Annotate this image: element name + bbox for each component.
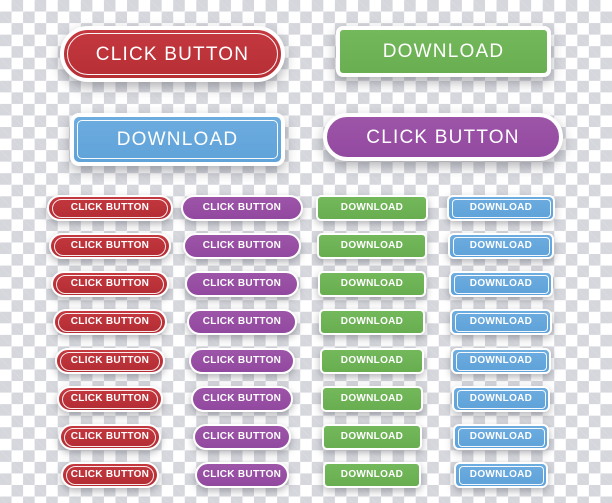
grid-button-green-row-1[interactable]: DOWNLOAD (316, 195, 428, 221)
button-inner-outline (452, 236, 550, 256)
button-inner-outline (451, 198, 551, 218)
button-inner-outline (453, 274, 549, 294)
grid-button-green-row-4[interactable]: DOWNLOAD (319, 309, 425, 335)
grid-button-purple-row-3[interactable]: CLICK BUTTON (185, 271, 299, 297)
grid-button-purple-row-5[interactable]: CLICK BUTTON (189, 348, 295, 374)
button-label: CLICK BUTTON (202, 355, 282, 366)
hero-click-button-red[interactable]: CLICK BUTTON (60, 26, 285, 82)
button-label: CLICK BUTTON (202, 393, 282, 404)
button-inner-outline (56, 274, 164, 294)
button-label: CLICK BUTTON (95, 43, 250, 65)
grid-button-blue-row-3[interactable]: DOWNLOAD (449, 271, 553, 297)
grid-button-red-row-6[interactable]: CLICK BUTTON (57, 386, 163, 412)
grid-button-blue-row-8[interactable]: DOWNLOAD (454, 462, 548, 488)
grid-button-purple-row-8[interactable]: CLICK BUTTON (195, 462, 289, 488)
button-set-canvas: CLICK BUTTON DOWNLOAD DOWNLOAD CLICK BUT… (0, 0, 612, 503)
grid-button-purple-row-1[interactable]: CLICK BUTTON (181, 195, 303, 221)
grid-button-red-row-8[interactable]: CLICK BUTTON (61, 462, 159, 488)
grid-button-red-row-3[interactable]: CLICK BUTTON (51, 271, 169, 297)
button-inner-outline (455, 351, 547, 371)
grid-button-green-row-7[interactable]: DOWNLOAD (322, 424, 422, 450)
grid-button-red-row-1[interactable]: CLICK BUTTON (47, 195, 173, 221)
button-inner-outline (66, 465, 154, 485)
button-label: DOWNLOAD (340, 278, 404, 289)
button-label: DOWNLOAD (340, 355, 404, 366)
button-label: DOWNLOAD (469, 355, 533, 366)
grid-button-green-row-5[interactable]: DOWNLOAD (320, 348, 424, 374)
button-label: DOWNLOAD (340, 469, 404, 480)
hero-download-button-green[interactable]: DOWNLOAD (336, 26, 551, 77)
button-label: CLICK BUTTON (70, 240, 150, 251)
button-label: DOWNLOAD (340, 316, 404, 327)
grid-button-blue-row-1[interactable]: DOWNLOAD (447, 195, 555, 221)
button-label: DOWNLOAD (469, 278, 533, 289)
button-inner-outline (456, 389, 546, 409)
button-label: DOWNLOAD (340, 240, 404, 251)
grid-button-green-row-3[interactable]: DOWNLOAD (318, 271, 426, 297)
button-label: DOWNLOAD (340, 393, 404, 404)
grid-button-red-row-7[interactable]: CLICK BUTTON (59, 424, 161, 450)
button-label: DOWNLOAD (116, 129, 239, 150)
grid-button-blue-row-7[interactable]: DOWNLOAD (453, 424, 549, 450)
button-label: CLICK BUTTON (202, 469, 282, 480)
button-label: CLICK BUTTON (202, 316, 282, 327)
button-inner-outline (62, 389, 158, 409)
grid-button-red-row-2[interactable]: CLICK BUTTON (49, 233, 171, 259)
grid-button-purple-row-6[interactable]: CLICK BUTTON (191, 386, 293, 412)
button-label: CLICK BUTTON (70, 202, 150, 213)
grid-button-green-row-8[interactable]: DOWNLOAD (323, 462, 421, 488)
grid-button-red-row-5[interactable]: CLICK BUTTON (55, 348, 165, 374)
button-label: DOWNLOAD (340, 202, 404, 213)
grid-button-blue-row-4[interactable]: DOWNLOAD (450, 309, 552, 335)
button-inner-outline (54, 236, 166, 256)
button-label: DOWNLOAD (382, 41, 505, 62)
grid-button-green-row-2[interactable]: DOWNLOAD (317, 233, 427, 259)
grid-button-blue-row-6[interactable]: DOWNLOAD (452, 386, 550, 412)
button-inner-outline (458, 465, 544, 485)
hero-click-button-purple[interactable]: CLICK BUTTON (323, 113, 563, 161)
button-label: DOWNLOAD (469, 202, 533, 213)
button-label: DOWNLOAD (340, 431, 404, 442)
button-label: CLICK BUTTON (70, 469, 150, 480)
button-label: DOWNLOAD (469, 431, 533, 442)
button-label: DOWNLOAD (469, 316, 533, 327)
button-inner-outline (77, 120, 278, 159)
grid-button-purple-row-2[interactable]: CLICK BUTTON (183, 233, 301, 259)
button-inner-outline (58, 312, 162, 332)
button-label: CLICK BUTTON (202, 278, 282, 289)
button-label: DOWNLOAD (469, 240, 533, 251)
button-inner-outline (60, 351, 160, 371)
grid-button-blue-row-2[interactable]: DOWNLOAD (448, 233, 554, 259)
button-label: CLICK BUTTON (70, 316, 150, 327)
button-label: CLICK BUTTON (366, 126, 520, 148)
button-inner-outline (67, 33, 278, 75)
button-inner-outline (64, 427, 156, 447)
grid-button-green-row-6[interactable]: DOWNLOAD (321, 386, 423, 412)
button-label: CLICK BUTTON (70, 393, 150, 404)
button-label: DOWNLOAD (469, 393, 533, 404)
button-inner-outline (454, 312, 548, 332)
hero-download-button-blue[interactable]: DOWNLOAD (70, 113, 285, 166)
button-label: CLICK BUTTON (202, 240, 282, 251)
button-label: DOWNLOAD (469, 469, 533, 480)
button-inner-outline (52, 198, 168, 218)
button-label: CLICK BUTTON (202, 202, 282, 213)
grid-button-purple-row-7[interactable]: CLICK BUTTON (193, 424, 291, 450)
button-label: CLICK BUTTON (70, 431, 150, 442)
button-label: CLICK BUTTON (70, 278, 150, 289)
button-label: CLICK BUTTON (202, 431, 282, 442)
button-inner-outline (457, 427, 545, 447)
button-label: CLICK BUTTON (70, 355, 150, 366)
grid-button-blue-row-5[interactable]: DOWNLOAD (451, 348, 551, 374)
grid-button-purple-row-4[interactable]: CLICK BUTTON (187, 309, 297, 335)
grid-button-red-row-4[interactable]: CLICK BUTTON (53, 309, 167, 335)
